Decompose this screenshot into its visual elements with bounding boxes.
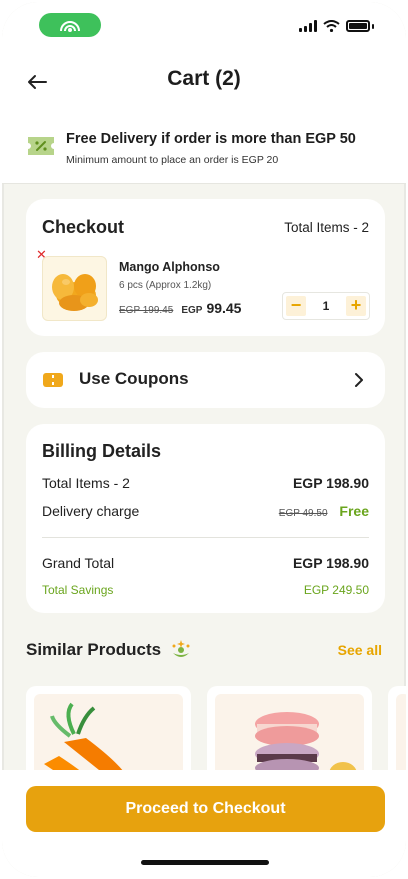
billing-row-grand-total: Grand Total EGP 198.90 <box>42 555 369 571</box>
billing-label: Grand Total <box>42 555 115 571</box>
page-title: Cart (2) <box>167 67 241 90</box>
product-currency: EGP <box>181 305 203 316</box>
free-delivery-banner: Free Delivery if order is more than EGP … <box>2 114 406 184</box>
coupon-icon <box>43 373 63 387</box>
billing-row-total-items: Total Items - 2 EGP 198.90 <box>42 475 369 491</box>
discount-ticket-icon <box>28 137 54 155</box>
see-all-link[interactable]: See all <box>338 642 382 658</box>
product-image-mango <box>42 256 107 321</box>
product-price-row: EGP 199.45 EGP 99.45 <box>119 300 241 316</box>
chevron-right-icon[interactable] <box>353 372 365 388</box>
use-coupons-label: Use Coupons <box>79 369 189 388</box>
product-name: Mango Alphonso <box>119 260 220 274</box>
sparkle-smile-icon <box>172 640 190 657</box>
status-pill <box>39 13 101 37</box>
quantity-value: 1 <box>322 299 330 313</box>
billing-row-savings: Total Savings EGP 249.50 <box>42 583 369 597</box>
billing-title: Billing Details <box>42 441 162 461</box>
decrease-quantity-button[interactable]: − <box>286 296 306 316</box>
billing-row-delivery: Delivery charge EGP 49.50 Free <box>42 503 369 519</box>
product-price: 99.45 <box>206 300 242 316</box>
bottom-action-bar: Proceed to Checkout <box>2 770 406 877</box>
billing-value: EGP 198.90 <box>292 475 369 491</box>
home-indicator <box>141 860 269 865</box>
checkout-total-items: Total Items - 2 <box>284 220 369 235</box>
banner-title: Free Delivery if order is more than EGP … <box>66 131 356 147</box>
billing-label: Total Items - 2 <box>42 475 130 491</box>
billing-details-card: Billing Details Total Items - 2 EGP 198.… <box>26 424 385 613</box>
delivery-value-group: EGP 49.50 Free <box>279 503 369 519</box>
phone-frame: Cart (2) Free Delivery if order is more … <box>2 2 406 877</box>
product-old-price: EGP 199.45 <box>119 305 174 316</box>
billing-value: EGP 198.90 <box>292 555 369 571</box>
battery-cap <box>372 23 374 29</box>
hotspot-icon <box>60 21 80 32</box>
billing-label: Total Savings <box>42 583 114 597</box>
increase-quantity-button[interactable]: + <box>346 296 366 316</box>
proceed-to-checkout-button[interactable]: Proceed to Checkout <box>26 786 385 832</box>
header: Cart (2) <box>2 50 406 114</box>
banner-subtitle: Minimum amount to place an order is EGP … <box>66 154 279 166</box>
billing-divider <box>42 537 369 538</box>
quantity-stepper: − 1 + <box>282 292 370 320</box>
cellular-signal-icon <box>299 20 317 32</box>
wifi-icon <box>323 20 340 32</box>
checkout-title: Checkout <box>42 217 125 237</box>
battery-icon <box>346 20 370 32</box>
status-bar <box>2 2 406 50</box>
product-description: 6 pcs (Approx 1.2kg) <box>119 280 212 291</box>
delivery-free-value: Free <box>339 503 369 519</box>
use-coupons-row[interactable]: Use Coupons <box>26 352 385 408</box>
billing-label: Delivery charge <box>42 503 140 519</box>
similar-products-title: Similar Products <box>26 640 162 659</box>
delivery-old-value: EGP 49.50 <box>278 508 328 519</box>
checkout-card: Checkout Total Items - 2 ✕ Mango Alphons… <box>26 199 385 336</box>
billing-value: EGP 249.50 <box>303 583 369 597</box>
mango-image <box>52 274 98 311</box>
